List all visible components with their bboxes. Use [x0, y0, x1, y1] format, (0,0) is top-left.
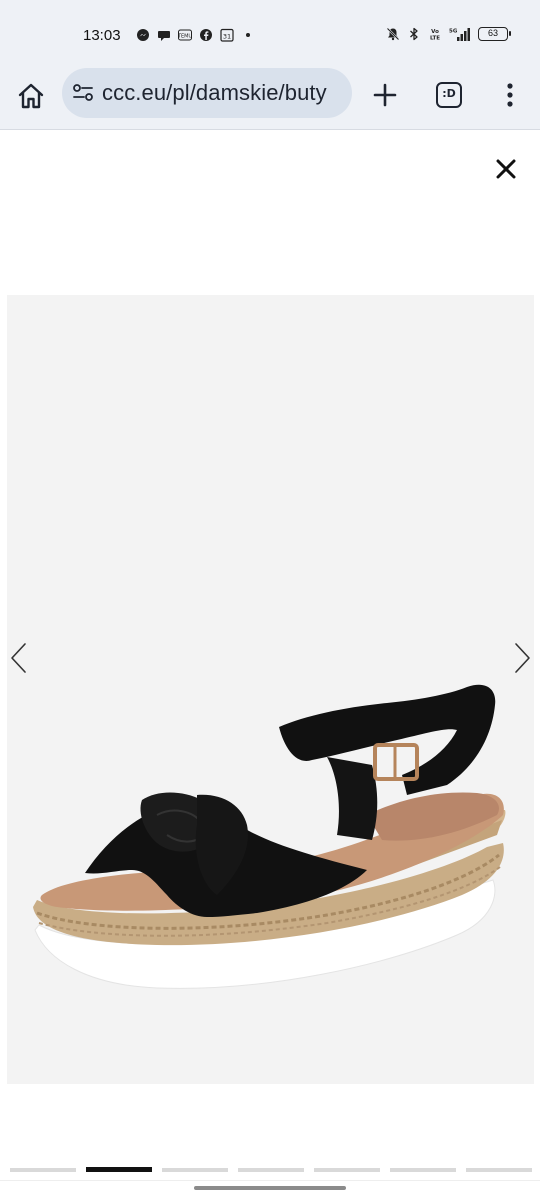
home-icon[interactable] — [16, 81, 46, 111]
svg-text:5G: 5G — [449, 29, 458, 35]
svg-text:31: 31 — [223, 33, 231, 41]
calendar-icon: 31 — [220, 28, 234, 42]
divider — [0, 1180, 540, 1181]
previous-image-icon[interactable] — [7, 640, 31, 676]
url-text[interactable]: ccc.eu/pl/damskie/buty — [102, 80, 327, 106]
pagination-dot[interactable] — [314, 1168, 380, 1172]
pagination-dot[interactable] — [238, 1168, 304, 1172]
status-time: 13:03 — [83, 27, 121, 44]
facebook-icon — [200, 29, 212, 41]
battery-icon: 63 — [478, 27, 511, 41]
gesture-nav-handle[interactable] — [194, 1186, 346, 1190]
svg-text:TEMU: TEMU — [178, 34, 192, 40]
svg-text:Vo: Vo — [431, 29, 439, 35]
system-icons: Vo LTE 5G 63 — [386, 27, 511, 42]
volte-icon: VoLTE — [430, 29, 440, 42]
mute-bell-icon — [386, 27, 400, 41]
dot-icon — [246, 33, 250, 37]
pagination-dot-active[interactable] — [86, 1167, 152, 1172]
address-bar[interactable]: ccc.eu/pl/damskie/buty — [62, 68, 352, 118]
gallery-pagination — [0, 1167, 540, 1173]
product-image — [33, 684, 506, 989]
new-tab-icon[interactable] — [372, 82, 398, 108]
5g-signal-icon: 5G — [449, 28, 470, 41]
product-gallery[interactable] — [7, 295, 534, 1084]
messenger-icon — [137, 29, 149, 41]
close-icon[interactable] — [494, 157, 518, 181]
pagination-dot[interactable] — [162, 1168, 228, 1172]
site-settings-icon[interactable] — [72, 83, 94, 103]
svg-text:LTE: LTE — [430, 36, 440, 42]
pagination-dot[interactable] — [466, 1168, 532, 1172]
temu-icon: TEMU — [178, 29, 192, 41]
notification-icons: TEMU 31 — [136, 28, 255, 42]
pagination-dot[interactable] — [390, 1168, 456, 1172]
next-image-icon[interactable] — [510, 640, 534, 676]
browser-toolbar: ccc.eu/pl/damskie/buty :D — [0, 64, 540, 130]
chat-bubble-icon — [158, 31, 170, 41]
more-menu-icon[interactable] — [500, 81, 520, 109]
tab-switcher-button[interactable]: :D — [436, 82, 462, 108]
status-bar: 13:03 TEMU 31 Vo LTE 5G 63 — [0, 0, 540, 64]
bluetooth-icon — [410, 27, 418, 41]
pagination-dot[interactable] — [10, 1168, 76, 1172]
